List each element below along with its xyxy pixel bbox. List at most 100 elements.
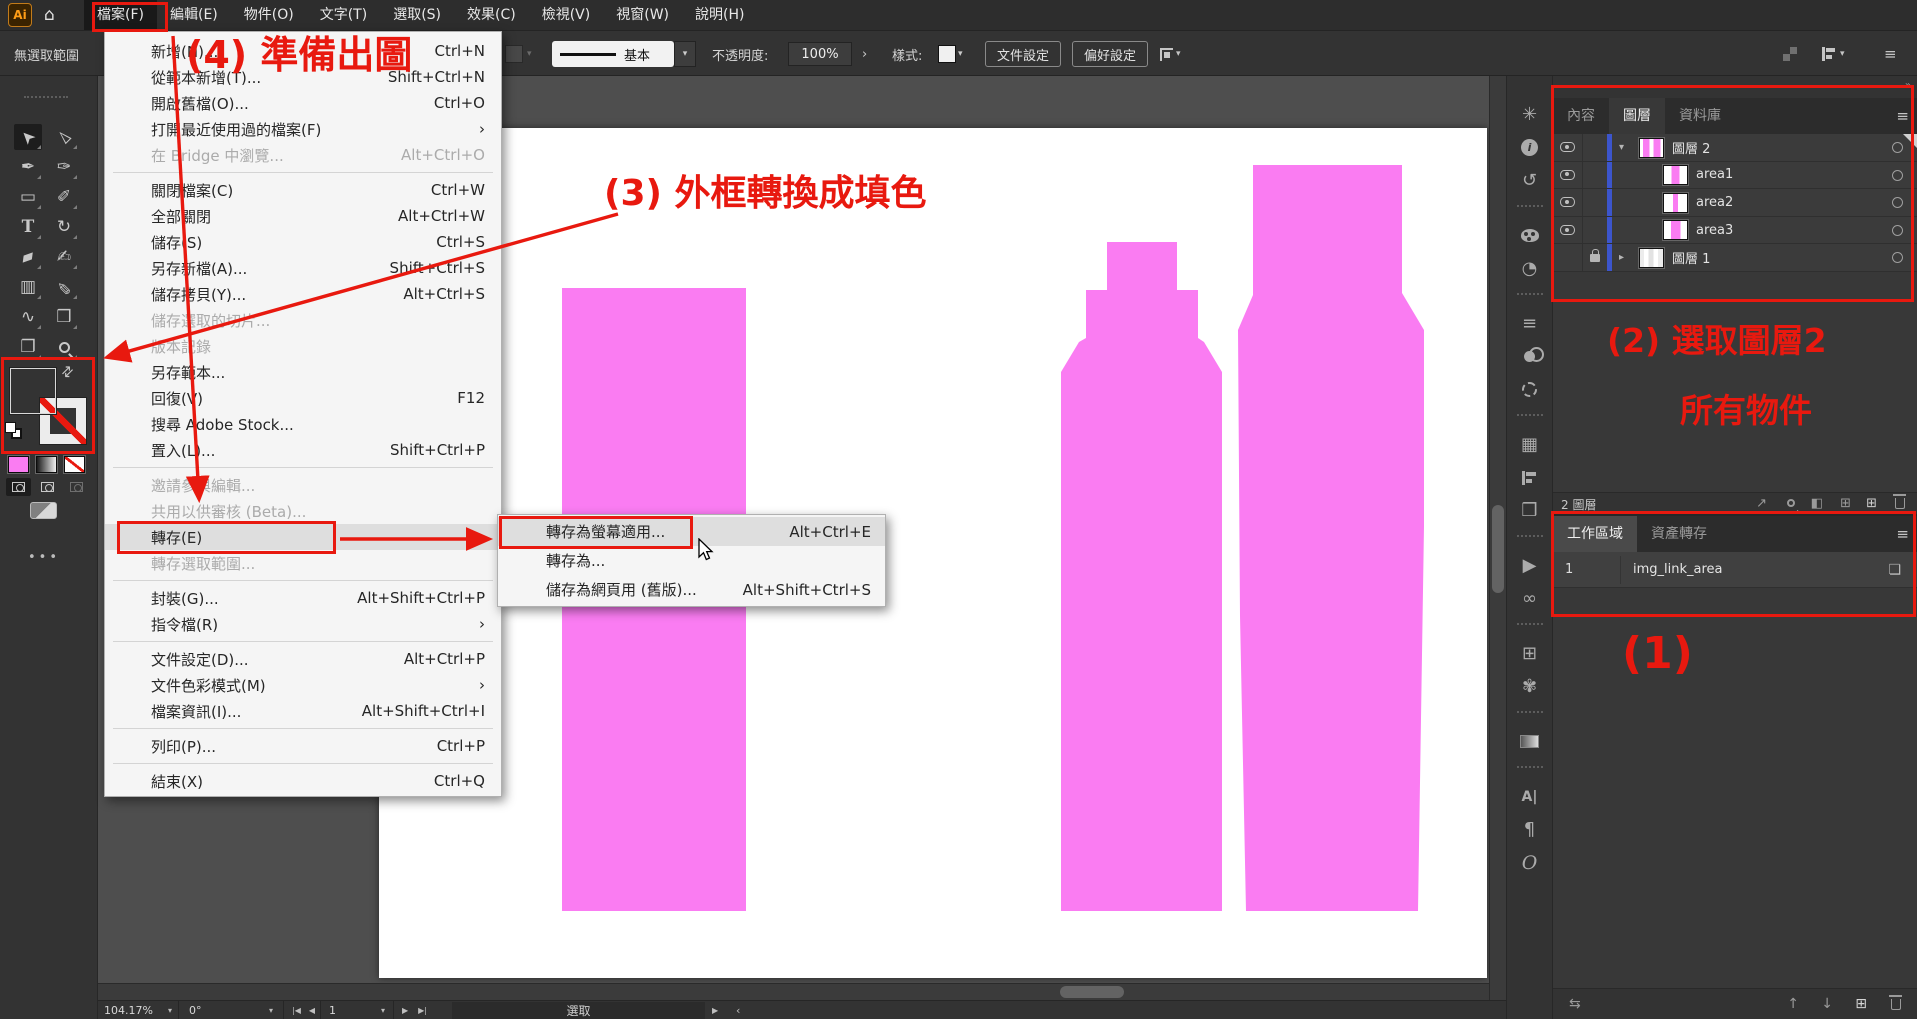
color-icon[interactable]: [1507, 219, 1552, 252]
file-menu-item[interactable]: 全部關閉Alt+Ctrl+W: [105, 203, 501, 229]
layer-name[interactable]: 圖層 2: [1672, 134, 1710, 161]
export-submenu-item[interactable]: 儲存為網頁用 (舊版)...Alt+Shift+Ctrl+S: [498, 575, 885, 604]
recolor-icon[interactable]: ↺: [1507, 164, 1552, 197]
locate-object-icon[interactable]: ↗: [1756, 496, 1767, 511]
layer-name[interactable]: area2: [1696, 189, 1733, 216]
gradient-tool-icon[interactable]: ▥: [14, 274, 42, 300]
illustrator-logo[interactable]: Ai: [8, 3, 32, 27]
file-menu-item[interactable]: 文件設定(D)...Alt+Ctrl+P: [105, 646, 501, 672]
controlbar-menu-icon[interactable]: ≡: [1884, 31, 1897, 77]
file-menu-item[interactable]: 另存新檔(A)...Shift+Ctrl+S: [105, 255, 501, 281]
draw-normal-button[interactable]: [6, 478, 31, 496]
rotate-tool-icon[interactable]: ↻: [50, 214, 78, 240]
transform-icon[interactable]: ▦: [1507, 428, 1552, 461]
lock-cell[interactable]: [1583, 134, 1607, 161]
file-menu-item[interactable]: 開啟舊檔(O)...Ctrl+O: [105, 90, 501, 116]
lock-cell[interactable]: [1583, 189, 1607, 216]
align-icon[interactable]: [1507, 461, 1552, 494]
artboard-icon[interactable]: ❏: [1888, 552, 1901, 588]
delete-artboard-icon[interactable]: [1891, 996, 1901, 1012]
horizontal-scrollbar[interactable]: [98, 983, 1489, 1000]
pen-tool-icon[interactable]: ✒: [14, 154, 42, 180]
tab-圖層[interactable]: 圖層: [1609, 98, 1665, 134]
dock-group-handle[interactable]: [1517, 293, 1543, 307]
links-icon[interactable]: ∞: [1507, 582, 1552, 615]
dock-group-handle[interactable]: [1517, 711, 1543, 725]
menubar-item[interactable]: 文字(T): [307, 0, 380, 30]
export-submenu-item[interactable]: 轉存為...: [498, 546, 885, 575]
layer-row[interactable]: area2: [1553, 189, 1917, 217]
last-artboard-icon[interactable]: ▶|: [418, 1006, 427, 1015]
stroke-style-widget[interactable]: 基本 ▾: [552, 31, 696, 77]
file-menu-item[interactable]: 搜尋 Adobe Stock...: [105, 411, 501, 437]
rotation-dropdown[interactable]: 0°▾: [179, 1001, 284, 1019]
opentype-icon[interactable]: O: [1507, 846, 1552, 879]
layer-name[interactable]: 圖層 1: [1672, 244, 1710, 271]
edit-toolbar-icon[interactable]: •••: [28, 550, 60, 565]
document-setup-button[interactable]: 文件設定: [985, 41, 1061, 67]
file-menu-item[interactable]: 檔案資訊(I)...Alt+Shift+Ctrl+I: [105, 698, 501, 724]
visibility-cell[interactable]: [1553, 217, 1583, 244]
shape-area2[interactable]: [1061, 242, 1222, 911]
artboard-name[interactable]: img_link_area: [1633, 552, 1723, 588]
collapse-panels-icon[interactable]: »: [1905, 80, 1909, 91]
status-expand-icon[interactable]: ▶: [712, 1001, 718, 1019]
transparency-icon[interactable]: [1507, 340, 1552, 373]
menubar-item[interactable]: 視窗(W): [603, 0, 682, 30]
new-artboard-icon[interactable]: ⊞: [1855, 996, 1867, 1012]
paintbrush-tool-icon[interactable]: ✐: [50, 184, 78, 210]
next-artboard-icon[interactable]: ▶▶|: [402, 1001, 427, 1019]
layer-row[interactable]: area3: [1553, 217, 1917, 245]
file-menu-item[interactable]: 文件色彩模式(M)›: [105, 672, 501, 698]
file-menu-item[interactable]: 關閉檔案(C)Ctrl+W: [105, 177, 501, 203]
pathfinder-icon[interactable]: ❒: [1507, 494, 1552, 527]
dock-group-handle[interactable]: [1517, 623, 1543, 637]
paragraph-icon[interactable]: ¶: [1507, 813, 1552, 846]
visibility-cell[interactable]: [1553, 162, 1583, 189]
menubar-item[interactable]: 效果(C): [454, 0, 529, 30]
tab-工作區域[interactable]: 工作區域: [1553, 516, 1637, 552]
target-circle-icon[interactable]: [1892, 197, 1903, 208]
zoom-level-dropdown[interactable]: 104.17%▾: [98, 1001, 179, 1019]
menubar-item[interactable]: 說明(H): [682, 0, 757, 30]
file-menu-item[interactable]: 置入(L)...Shift+Ctrl+P: [105, 437, 501, 463]
file-menu-item[interactable]: 打開最近使用過的檔案(F)›: [105, 116, 501, 142]
target-circle-icon[interactable]: [1892, 225, 1903, 236]
rectangle-tool-icon[interactable]: ▭: [14, 184, 42, 210]
move-up-icon[interactable]: ↑: [1787, 996, 1799, 1012]
prev-artboard-icon[interactable]: ◀: [309, 1006, 315, 1015]
lock-cell[interactable]: [1583, 244, 1607, 271]
selection-tool-icon[interactable]: ➤: [14, 124, 42, 150]
stroke-style-dropdown-icon[interactable]: ▾: [674, 41, 696, 67]
brushes-icon[interactable]: ✾: [1507, 670, 1552, 703]
artboard-row[interactable]: 1 img_link_area ❏: [1553, 552, 1917, 588]
info-icon[interactable]: i: [1507, 131, 1552, 164]
artboard-navigation-dropdown[interactable]: 1▾: [320, 1001, 394, 1019]
shaper-tool-icon[interactable]: ✍: [50, 244, 78, 270]
layer-expand-icon[interactable]: ▾: [1619, 134, 1624, 161]
menubar-item[interactable]: 物件(O): [231, 0, 307, 30]
tab-內容[interactable]: 內容: [1553, 98, 1609, 134]
visibility-cell[interactable]: [1553, 244, 1583, 271]
style-dropdown[interactable]: ▾: [938, 31, 963, 77]
none-button[interactable]: [64, 456, 85, 473]
layer-thumbnail[interactable]: [1663, 193, 1688, 213]
swatches-icon[interactable]: ⊞: [1507, 637, 1552, 670]
vertical-scrollbar-thumb[interactable]: [1492, 505, 1504, 593]
direct-selection-tool-icon[interactable]: ▻: [50, 124, 78, 150]
draw-behind-button[interactable]: [35, 478, 60, 496]
width-tool-icon[interactable]: ∿: [14, 304, 42, 330]
shape-area3[interactable]: [1238, 165, 1424, 911]
file-menu-item[interactable]: 從範本新增(T)...Shift+Ctrl+N: [105, 64, 501, 90]
eyedropper-tool-icon[interactable]: ✎: [50, 274, 78, 300]
new-sublayer-icon[interactable]: ⊞: [1840, 496, 1851, 511]
file-menu-item[interactable]: 另存範本...: [105, 359, 501, 385]
type-tool-icon[interactable]: T: [14, 214, 42, 240]
dock-group-handle[interactable]: [1517, 414, 1543, 428]
status-collapse-icon[interactable]: ‹: [736, 1001, 740, 1019]
zoom-tool-icon[interactable]: [50, 334, 78, 360]
file-menu-item[interactable]: 新增(N)...Ctrl+N: [105, 38, 501, 64]
delete-layer-icon[interactable]: [1895, 496, 1905, 511]
file-menu-item[interactable]: 封裝(G)...Alt+Shift+Ctrl+P: [105, 585, 501, 611]
home-icon[interactable]: ⌂: [44, 0, 55, 30]
